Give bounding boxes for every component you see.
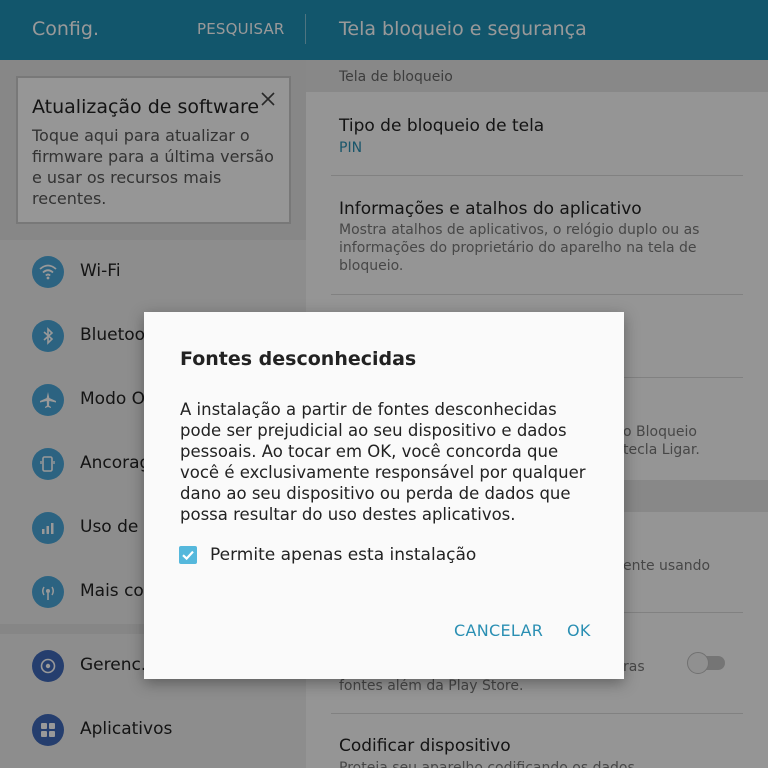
checkbox-label[interactable]: Permite apenas esta instalação <box>210 545 476 565</box>
dialog-title: Fontes desconhecidas <box>180 348 417 370</box>
cancel-button[interactable]: CANCELAR <box>454 621 543 640</box>
dialog-body: A instalação a partir de fontes desconhe… <box>180 400 586 524</box>
checkmark-icon <box>182 550 194 561</box>
ok-button[interactable]: OK <box>567 621 591 640</box>
unknown-sources-dialog: Fontes desconhecidas A instalação a part… <box>144 312 624 679</box>
checkbox-checked-icon[interactable] <box>179 546 197 564</box>
